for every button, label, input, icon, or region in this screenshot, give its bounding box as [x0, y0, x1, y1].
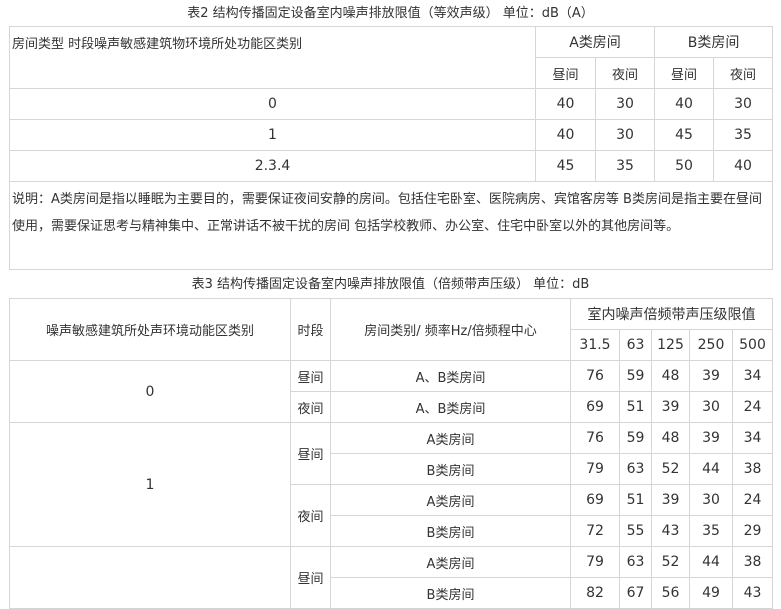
table3-room: B类房间	[330, 515, 571, 547]
table3-freq-header: 31.5	[570, 329, 620, 361]
table-row: 1 昼间 A类房间 76 59 48 39 34	[9, 422, 774, 547]
table3-cell: 82	[570, 577, 620, 609]
table3-cell: 63	[619, 546, 652, 578]
table3-cell: 72	[570, 515, 620, 547]
table2-header-a-night: 夜间	[594, 57, 656, 89]
table3-cell: 79	[570, 453, 620, 485]
table3-period: 夜间	[290, 484, 331, 547]
table3-cell: 59	[619, 360, 652, 392]
table3-room: A、B类房间	[330, 391, 571, 423]
table2-cell: 30	[594, 119, 656, 151]
table3-freq-header: 63	[619, 329, 652, 361]
table3-period: 昼间	[290, 546, 331, 609]
table3-room: A类房间	[330, 546, 571, 578]
table3-cell: 38	[731, 546, 774, 578]
table-row: 1 40 30 45 35	[9, 119, 774, 151]
table2-header-b-day: 昼间	[654, 57, 715, 89]
table3-room: B类房间	[330, 577, 571, 609]
table3-header-period: 时段	[290, 298, 331, 361]
table3-zone	[9, 546, 291, 609]
table3-cell: 79	[570, 546, 620, 578]
table2-header-b-night: 夜间	[713, 57, 774, 89]
table3-cell: 69	[570, 484, 620, 516]
table2-cell: 40	[535, 119, 596, 151]
table3-cell: 51	[619, 391, 652, 423]
table2-cell: 35	[594, 150, 656, 182]
table3-octave-band-level: 噪声敏感建筑所处声环境动能区类别 时段 房间类别/ 频率Hz/倍频程中心 室内噪…	[9, 298, 774, 609]
table3-cell: 76	[570, 360, 620, 392]
table3-room: B类房间	[330, 453, 571, 485]
table3-cell: 35	[689, 515, 733, 547]
table3-cell: 44	[689, 546, 733, 578]
table-row: 0 昼间 A、B类房间 76 59 48 39 34	[9, 360, 774, 423]
table3-cell: 63	[619, 453, 652, 485]
table2-cell: 50	[654, 150, 715, 182]
table3-cell: 30	[689, 391, 733, 423]
table3-cell: 48	[651, 422, 690, 454]
table3-cell: 51	[619, 484, 652, 516]
table3-zone: 1	[9, 422, 291, 547]
table3-cell: 67	[619, 577, 652, 609]
table3-cell: 43	[731, 577, 774, 609]
table3-cell: 69	[570, 391, 620, 423]
table3-cell: 49	[689, 577, 733, 609]
table2-cell: 30	[594, 88, 656, 120]
table2-note: 说明：A类房间是指以睡眠为主要目的，需要保证夜间安静的房间。包括住宅卧室、医院病…	[8, 181, 774, 270]
table3-header-room: 房间类别/ 频率Hz/倍频程中心	[330, 298, 571, 361]
table3-room: A类房间	[330, 422, 571, 454]
table2-header-a-day: 昼间	[535, 57, 596, 89]
table3-cell: 56	[651, 577, 690, 609]
table2-cell: 30	[713, 88, 774, 120]
table3-zone: 0	[9, 360, 291, 423]
table3-cell: 44	[689, 453, 733, 485]
table3-freq-header: 125	[651, 329, 690, 361]
table3-room: A、B类房间	[330, 360, 571, 392]
table3-cell: 48	[651, 360, 690, 392]
table2-zone: 0	[9, 88, 536, 120]
table3-cell: 34	[731, 360, 774, 392]
table2-header-room-a: A类房间	[534, 26, 656, 58]
table3-cell: 76	[570, 422, 620, 454]
table3-header-limits: 室内噪声倍频带声压级限值	[569, 298, 774, 330]
table3-header-zone: 噪声敏感建筑所处声环境动能区类别	[9, 298, 291, 361]
table3-cell: 24	[731, 484, 774, 516]
table2-zone: 1	[9, 119, 536, 151]
table2-equivalent-level: 房间类型 时段噪声敏感建筑物环境所处功能区类别 A类房间 B类房间 昼间 夜间 …	[8, 26, 774, 270]
table3-cell: 43	[651, 515, 690, 547]
table-row: 0 40 30 40 30	[9, 88, 774, 120]
table2-cell: 40	[713, 150, 774, 182]
table2-cell: 45	[654, 119, 715, 151]
table3-cell: 30	[689, 484, 733, 516]
table3-cell: 39	[689, 360, 733, 392]
table3-period: 昼间	[290, 422, 331, 485]
table3-cell: 59	[619, 422, 652, 454]
table3-cell: 39	[651, 391, 690, 423]
table3-freq-header: 250	[689, 329, 733, 361]
table2-cell: 40	[654, 88, 715, 120]
table3-cell: 38	[731, 453, 774, 485]
table2-header-room-b: B类房间	[654, 26, 774, 58]
table-row: 2.3.4 45 35 50 40	[9, 150, 774, 182]
table3-cell: 52	[651, 546, 690, 578]
table2-zone: 2.3.4	[9, 150, 536, 182]
table2-cell: 35	[713, 119, 774, 151]
table3-cell: 52	[651, 453, 690, 485]
table-row: 昼间 A类房间 79 63 52 44 38	[9, 546, 774, 609]
table3-room: A类房间	[330, 484, 571, 516]
table3-cell: 34	[731, 422, 774, 454]
table2-caption: 表2 结构传播固定设备室内噪声排放限值（等效声级） 单位：dB（A）	[187, 6, 594, 21]
table3-cell: 39	[689, 422, 733, 454]
table2-cell: 45	[535, 150, 596, 182]
table3-cell: 24	[731, 391, 774, 423]
table3-cell: 29	[731, 515, 774, 547]
table3-cell: 39	[651, 484, 690, 516]
table3-cell: 55	[619, 515, 652, 547]
table3-caption: 表3 结构传播固定设备室内噪声排放限值（倍频带声压级） 单位：dB	[191, 277, 590, 292]
table3-period: 昼间	[290, 360, 331, 392]
table3-freq-header: 500	[731, 329, 774, 361]
table2-corner-header: 房间类型 时段噪声敏感建筑物环境所处功能区类别	[9, 26, 536, 89]
table3-period: 夜间	[290, 391, 331, 423]
table2-cell: 40	[535, 88, 596, 120]
